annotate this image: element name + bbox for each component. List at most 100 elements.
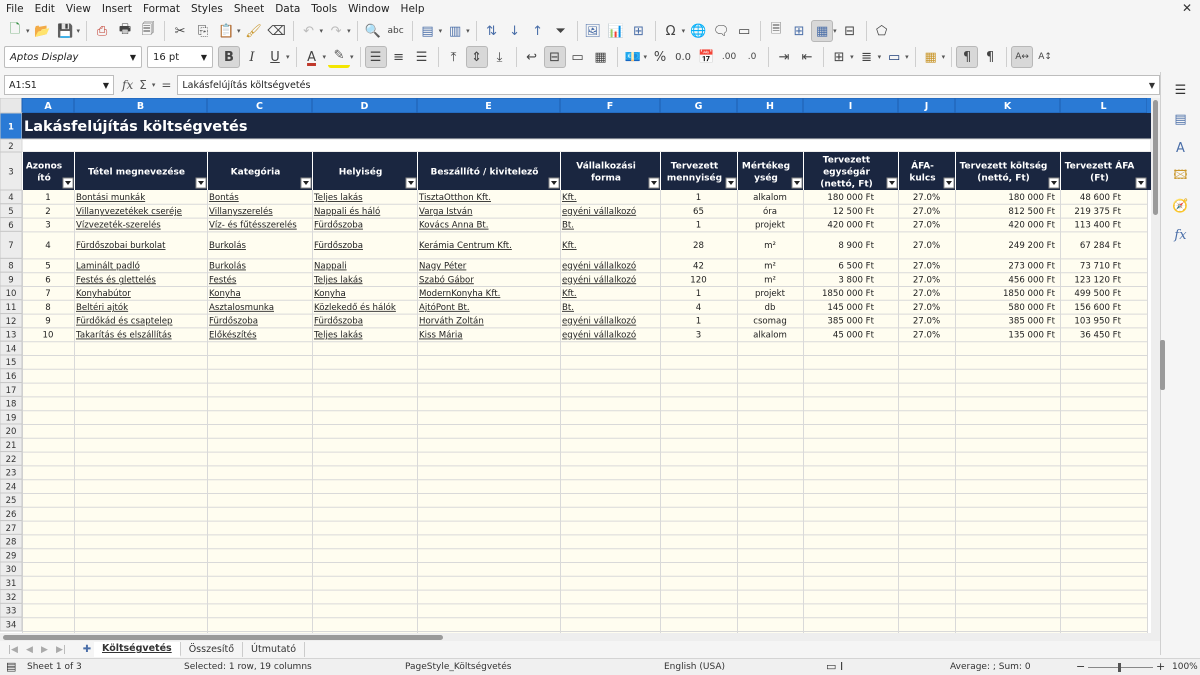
cell-value[interactable]: 67 284 Ft: [1080, 241, 1122, 251]
cell-value[interactable]: 6: [45, 275, 50, 285]
cell-value[interactable]: 385 000 Ft: [1008, 317, 1055, 327]
wrap-text-icon[interactable]: ↩: [521, 46, 543, 68]
cell-value[interactable]: 499 500 Ft: [1074, 289, 1121, 299]
cell-value[interactable]: 180 000 Ft: [1008, 193, 1055, 203]
cell-value[interactable]: 219 375 Ft: [1074, 207, 1121, 217]
decrease-indent-icon[interactable]: ⇤: [796, 46, 818, 68]
currency-format-icon[interactable]: 💶: [622, 46, 644, 68]
cell-value[interactable]: Konyhabútor: [76, 289, 131, 299]
cell-value[interactable]: Laminált padló: [76, 261, 140, 272]
tab-utmutato[interactable]: Útmutató: [243, 642, 306, 657]
cell-value[interactable]: Kovács Anna Bt.: [419, 221, 489, 231]
menu-data[interactable]: Data: [275, 3, 300, 15]
cell-value[interactable]: TisztaOtthon Kft.: [418, 193, 491, 203]
menu-tools[interactable]: Tools: [311, 3, 337, 15]
cell-value[interactable]: m²: [764, 262, 776, 272]
cell-value[interactable]: 1: [696, 289, 701, 299]
number-format-icon[interactable]: 0.0: [672, 46, 694, 68]
cell-value[interactable]: Bt.: [562, 221, 574, 231]
print-icon[interactable]: 🖶: [114, 20, 136, 42]
cell-value[interactable]: egyéni vállalkozó: [562, 330, 636, 341]
cell-value[interactable]: 1: [45, 193, 50, 203]
merge-center-icon[interactable]: ⊟: [543, 46, 566, 68]
cell-value[interactable]: Víz- és fűtésszerelés: [209, 220, 297, 231]
cell-value[interactable]: m²: [764, 275, 776, 285]
styles-icon[interactable]: A: [1171, 138, 1191, 158]
sidebar-resize-handle[interactable]: [1160, 340, 1165, 390]
navigator-icon[interactable]: 🧭: [1171, 196, 1191, 216]
functions-icon[interactable]: fx: [1171, 225, 1191, 245]
cell-value[interactable]: 10: [43, 331, 54, 341]
cell-value[interactable]: 249 200 Ft: [1008, 241, 1055, 251]
sum-icon[interactable]: Σ: [139, 78, 147, 92]
cell-value[interactable]: Festés és glettelés: [76, 274, 156, 285]
cell-value[interactable]: Kerámia Centrum Kft.: [419, 241, 512, 251]
autofilter-icon[interactable]: ⏷: [550, 20, 572, 42]
cell-value[interactable]: db: [765, 303, 776, 313]
cell-value[interactable]: 1: [696, 221, 701, 231]
sort-descending-icon[interactable]: ↑: [527, 20, 549, 42]
sort-icon[interactable]: ⇅: [481, 20, 503, 42]
cell-value[interactable]: Nagy Péter: [419, 261, 467, 272]
cell-value[interactable]: 135 000 Ft: [1008, 331, 1055, 341]
cell-value[interactable]: Bontás: [209, 193, 239, 203]
date-format-icon[interactable]: 📅: [695, 46, 717, 68]
cell-value[interactable]: projekt: [755, 289, 786, 299]
cell-value[interactable]: 273 000 Ft: [1008, 262, 1055, 272]
cell-value[interactable]: projekt: [755, 221, 786, 231]
cell-value[interactable]: Közlekedő és hálók: [314, 302, 396, 313]
cell-value[interactable]: Konyha: [209, 289, 241, 299]
formula-icon[interactable]: =: [161, 78, 171, 92]
column-icon[interactable]: ▥: [444, 20, 466, 42]
cell-value[interactable]: Konyha: [314, 289, 346, 299]
conditional-format-icon[interactable]: ▦: [920, 46, 942, 68]
cell-value[interactable]: Bt.: [562, 303, 574, 313]
cell-value[interactable]: 420 000 Ft: [1008, 221, 1055, 231]
cell-value[interactable]: egyéni vállalkozó: [562, 261, 636, 272]
cell-value[interactable]: 28: [693, 241, 704, 251]
freeze-rows-columns-icon[interactable]: ⊞: [788, 20, 810, 42]
text-horizontal-icon[interactable]: A↔: [1011, 46, 1034, 68]
sheet-canvas[interactable]: A B C D E F G H I J K L1234567891011121314151617181…: [0, 98, 1151, 633]
cell-value[interactable]: 4: [696, 303, 701, 313]
cell-value[interactable]: 1: [696, 193, 701, 203]
special-character-icon[interactable]: Ω: [660, 20, 682, 42]
split-window-icon[interactable]: ⊟: [839, 20, 861, 42]
cell-value[interactable]: 4: [45, 241, 50, 251]
font-color-icon[interactable]: A: [301, 46, 323, 68]
align-center-icon[interactable]: ≡: [388, 46, 410, 68]
cell-value[interactable]: Villanyszerelés: [209, 206, 273, 217]
cell-value[interactable]: egyéni vállalkozó: [562, 206, 636, 217]
cell-value[interactable]: alkalom: [753, 331, 787, 341]
cell-value[interactable]: 27.0%: [913, 289, 940, 299]
menu-window[interactable]: Window: [348, 3, 389, 15]
freeze-panes-icon[interactable]: ▦: [811, 20, 834, 42]
save-icon[interactable]: 💾: [55, 20, 77, 42]
expand-formula-bar-icon[interactable]: ▼: [1144, 72, 1160, 98]
cell-value[interactable]: alkalom: [753, 193, 787, 203]
hyperlink-icon[interactable]: 🌐: [687, 20, 709, 42]
comment-icon[interactable]: 🗨: [710, 20, 732, 42]
sort-ascending-icon[interactable]: ↓: [504, 20, 526, 42]
cell-value[interactable]: 36 450 Ft: [1080, 331, 1122, 341]
pivot-table-icon[interactable]: ⊞: [628, 20, 650, 42]
cell-value[interactable]: m²: [764, 241, 776, 251]
cell-value[interactable]: 113 400 Ft: [1074, 221, 1121, 231]
highlight-color-icon[interactable]: ✎: [328, 46, 351, 68]
cell-value[interactable]: 3: [696, 331, 701, 341]
export-pdf-icon[interactable]: ⎙: [91, 20, 113, 42]
define-print-area-icon[interactable]: 🗏: [765, 20, 787, 42]
tab-osszesito[interactable]: Összesítő: [181, 642, 244, 657]
right-to-left-icon[interactable]: ¶: [979, 46, 1001, 68]
insert-chart-icon[interactable]: 📊: [605, 20, 627, 42]
cell-value[interactable]: 42: [693, 262, 704, 272]
cell-value[interactable]: 812 500 Ft: [1008, 207, 1055, 217]
paste-icon[interactable]: 📋: [215, 20, 237, 42]
sidebar-menu-icon[interactable]: ☰: [1171, 80, 1191, 100]
cell-value[interactable]: Festés: [209, 274, 237, 285]
align-bottom-icon[interactable]: ⤓: [489, 46, 511, 68]
cell-value[interactable]: Vízvezeték-szerelés: [76, 220, 161, 231]
tab-koltsegvetes[interactable]: Költségvetés: [94, 642, 181, 657]
cell-value[interactable]: egyéni vállalkozó: [562, 316, 636, 327]
undo-icon[interactable]: ↶: [298, 20, 320, 42]
